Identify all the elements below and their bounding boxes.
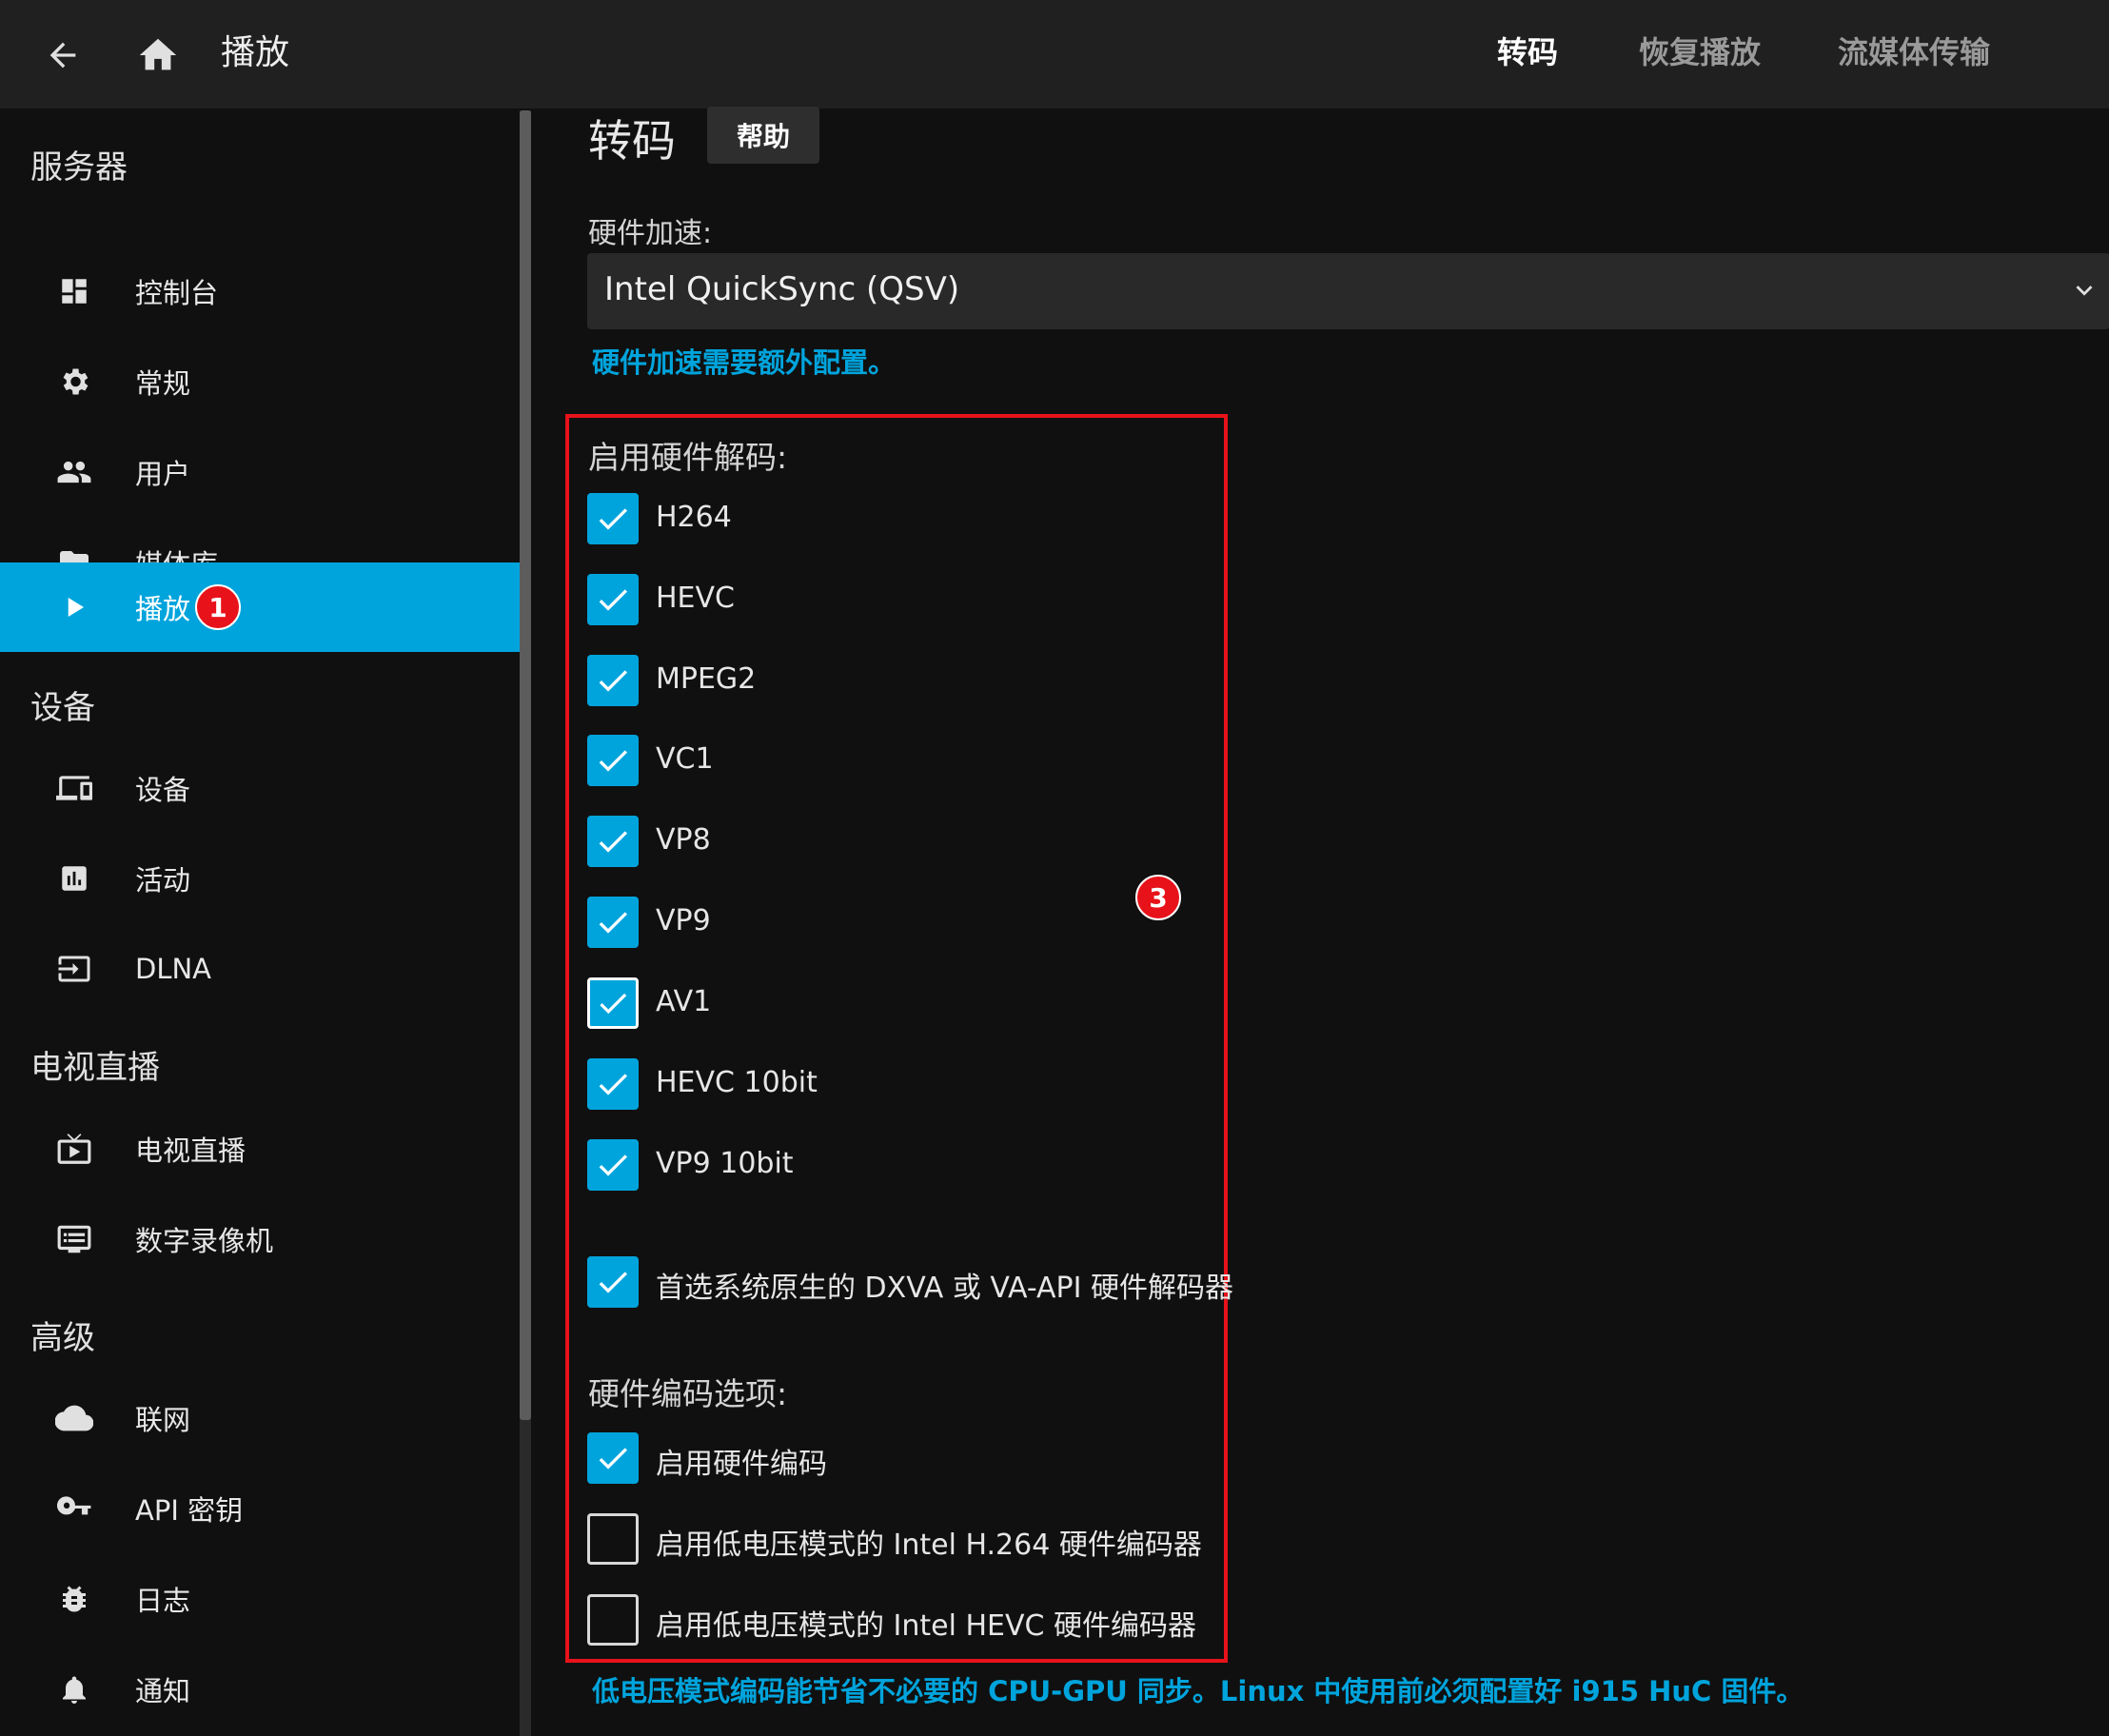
sidebar-item-users[interactable]: 用户 xyxy=(0,427,520,517)
sidebar-item-api-keys[interactable]: API 密钥 xyxy=(0,1464,520,1553)
check-icon[interactable] xyxy=(587,1256,639,1308)
check-icon[interactable] xyxy=(587,816,639,867)
tab-streaming[interactable]: 流媒体传输 xyxy=(1838,29,1990,72)
checkbox-label: H264 xyxy=(656,501,732,534)
sidebar: 服务器 控制台 常规 用户 媒体库 播放 设备 设备 xyxy=(0,108,520,1736)
sidebar-item-label: 活动 xyxy=(135,864,191,897)
checkbox-label: VP9 xyxy=(656,904,711,937)
decode-label: 启用硬件解码: xyxy=(588,439,788,476)
checkbox-label: 启用硬件编码 xyxy=(656,1448,827,1481)
checkbox-label: VC1 xyxy=(656,742,714,776)
sidebar-item-label: 数字录像机 xyxy=(135,1225,274,1257)
checkbox-label: HEVC 10bit xyxy=(656,1066,818,1099)
scrollbar-thumb[interactable] xyxy=(520,110,531,1420)
app-header: 播放 转码 恢复播放 流媒体传输 xyxy=(0,0,2109,108)
sidebar-item-activity[interactable]: 活动 xyxy=(0,834,520,923)
checkbox-box[interactable] xyxy=(587,1513,639,1565)
cloud-icon xyxy=(53,1397,95,1439)
help-button[interactable]: 帮助 xyxy=(707,107,819,164)
bell-icon xyxy=(53,1668,95,1710)
check-icon[interactable] xyxy=(587,493,639,544)
play-icon xyxy=(53,586,95,628)
section-heading-devices: 设备 xyxy=(30,689,95,727)
sidebar-item-label: 用户 xyxy=(135,458,191,490)
sidebar-item-devices[interactable]: 设备 xyxy=(0,743,520,833)
bar-chart-icon xyxy=(53,858,95,899)
check-icon[interactable] xyxy=(587,977,639,1029)
hw-accel-select[interactable]: Intel QuickSync (QSV) xyxy=(587,253,2109,329)
sidebar-item-label: 常规 xyxy=(135,367,191,400)
devices-icon xyxy=(53,767,95,809)
hw-accel-value: Intel QuickSync (QSV) xyxy=(604,270,960,308)
sidebar-item-label: 播放 xyxy=(135,593,191,625)
sidebar-item-dvr[interactable]: 数字录像机 xyxy=(0,1194,520,1284)
section-heading-advanced: 高级 xyxy=(30,1319,95,1357)
chevron-down-icon xyxy=(2068,274,2100,306)
sidebar-item-label: API 密钥 xyxy=(135,1494,244,1527)
sidebar-item-general[interactable]: 常规 xyxy=(0,337,520,426)
dvr-icon xyxy=(53,1218,95,1260)
checkbox-label: MPEG2 xyxy=(656,662,757,696)
encode-label: 硬件编码选项: xyxy=(588,1375,788,1412)
people-icon xyxy=(53,451,95,493)
checkbox-label: VP8 xyxy=(656,823,711,857)
checkbox-label: 首选系统原生的 DXVA 或 VA-API 硬件解码器 xyxy=(656,1272,1234,1305)
checkbox-label: AV1 xyxy=(656,985,712,1018)
check-icon[interactable] xyxy=(587,735,639,786)
checkbox-label: VP9 10bit xyxy=(656,1147,794,1180)
checkbox-label: 启用低电压模式的 Intel H.264 硬件编码器 xyxy=(656,1529,1202,1562)
check-icon[interactable] xyxy=(587,1058,639,1110)
input-icon xyxy=(53,948,95,990)
dashboard-icon xyxy=(53,270,95,312)
sidebar-item-label: 日志 xyxy=(135,1585,191,1617)
check-icon[interactable] xyxy=(587,1432,639,1484)
sidebar-item-dashboard[interactable]: 控制台 xyxy=(0,247,520,336)
tab-resume[interactable]: 恢复播放 xyxy=(1639,29,1761,72)
annotation-badge-1: 1 xyxy=(195,584,241,630)
check-icon[interactable] xyxy=(587,655,639,706)
sidebar-item-livetv[interactable]: 电视直播 xyxy=(0,1104,520,1194)
sidebar-item-label: 通知 xyxy=(135,1675,191,1707)
checkbox-box[interactable] xyxy=(587,1594,639,1646)
checkbox-label: HEVC xyxy=(656,582,735,615)
check-icon[interactable] xyxy=(587,574,639,625)
check-icon[interactable] xyxy=(587,1139,639,1191)
sidebar-item-label: 电视直播 xyxy=(135,1134,246,1167)
sidebar-item-label: 联网 xyxy=(135,1404,191,1436)
hw-accel-label: 硬件加速: xyxy=(588,217,713,250)
live-tv-icon xyxy=(53,1128,95,1170)
section-title: 转码 xyxy=(588,115,676,167)
check-icon[interactable] xyxy=(587,897,639,948)
page-title: 播放 xyxy=(221,33,290,72)
sidebar-item-label: 设备 xyxy=(135,774,191,806)
sidebar-item-networking[interactable]: 联网 xyxy=(0,1373,520,1463)
home-icon[interactable] xyxy=(126,23,190,88)
sidebar-item-playback[interactable]: 播放 xyxy=(0,562,520,652)
sidebar-scrollbar[interactable] xyxy=(520,110,531,1736)
section-heading-livetv: 电视直播 xyxy=(30,1049,160,1087)
sidebar-item-label: DLNA xyxy=(135,953,212,985)
section-heading-server: 服务器 xyxy=(30,148,128,187)
sidebar-item-dlna[interactable]: DLNA xyxy=(0,924,520,1014)
hw-accel-config-link[interactable]: 硬件加速需要额外配置。 xyxy=(592,341,896,381)
tab-transcoding[interactable]: 转码 xyxy=(1497,29,1558,72)
sidebar-item-logs[interactable]: 日志 xyxy=(0,1554,520,1644)
bug-icon xyxy=(53,1578,95,1620)
checkbox-label: 启用低电压模式的 Intel HEVC 硬件编码器 xyxy=(656,1609,1197,1643)
back-arrow-icon[interactable] xyxy=(30,23,95,88)
sidebar-item-notifications[interactable]: 通知 xyxy=(0,1645,520,1734)
sidebar-item-label: 控制台 xyxy=(135,277,219,309)
low-power-note-link[interactable]: 低电压模式编码能节省不必要的 CPU-GPU 同步。Linux 中使用前必须配置… xyxy=(592,1669,1803,1709)
key-icon xyxy=(53,1488,95,1529)
gear-icon xyxy=(53,361,95,403)
